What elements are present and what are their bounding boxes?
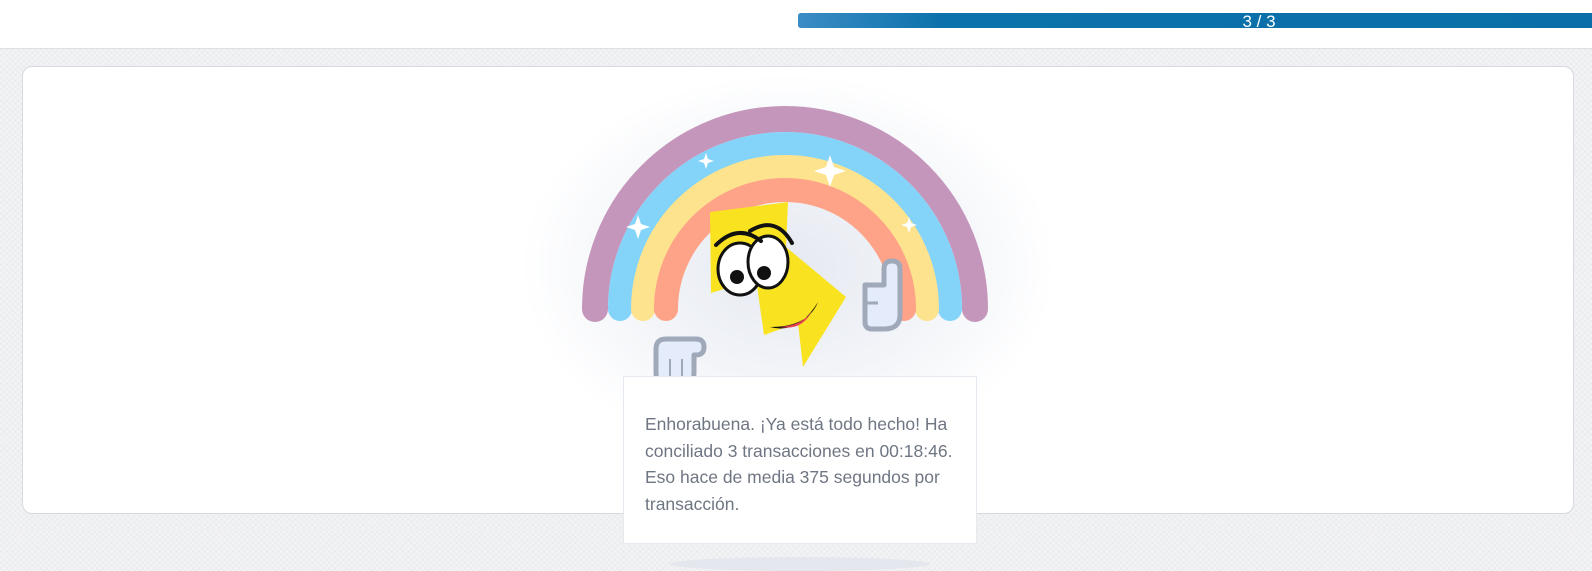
completion-message: Enhorabuena. ¡Ya está todo hecho! Ha con… — [645, 414, 953, 514]
thumbs-up-icon — [862, 258, 903, 332]
rainbow-mascot-illustration — [582, 106, 988, 386]
illustration-shadow — [670, 557, 930, 571]
lightning-mascot-icon — [710, 202, 846, 367]
completion-card: Enhorabuena. ¡Ya está todo hecho! Ha con… — [22, 66, 1574, 571]
progress-label: 3 / 3 — [1242, 13, 1276, 28]
completion-message-box: Enhorabuena. ¡Ya está todo hecho! Ha con… — [623, 376, 977, 544]
progress-bar: 3 / 3 — [798, 13, 1592, 28]
top-bar: 3 / 3 — [0, 0, 1592, 49]
